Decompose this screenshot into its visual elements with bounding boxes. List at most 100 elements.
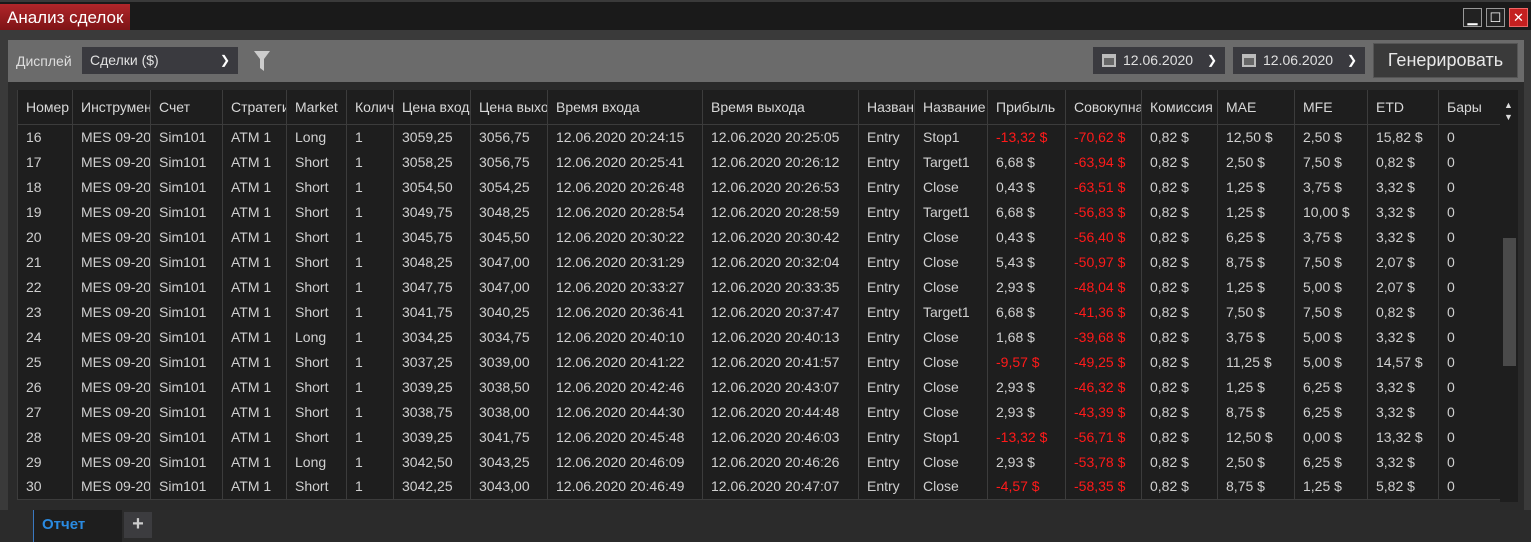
- column-header[interactable]: Цена входа: [393, 90, 471, 125]
- column-header[interactable]: Счет: [150, 90, 223, 125]
- table-cell: 29: [17, 449, 73, 474]
- table-cell: 3041,75: [393, 299, 471, 324]
- table-row[interactable]: 21 MES 09-20 Sim101 ATM 1 Short 1 3048,25 3047,…: [17, 249, 1501, 274]
- table-cell: 5,82 $: [1367, 474, 1439, 499]
- table-cell: 0,82 $: [1141, 324, 1218, 349]
- table-cell: 3039,00: [470, 349, 548, 374]
- table-cell: Entry: [858, 299, 915, 324]
- table-cell: 20: [17, 224, 73, 249]
- table-cell: 7,50 $: [1294, 149, 1368, 174]
- table-cell: Entry: [858, 424, 915, 449]
- column-header[interactable]: Название: [914, 90, 988, 125]
- display-select[interactable]: Сделки ($) ❯: [82, 47, 238, 74]
- table-row[interactable]: 24 MES 09-20 Sim101 ATM 1 Long 1 3034,25 3034,7…: [17, 324, 1501, 349]
- table-cell: 12.06.2020 20:33:27: [547, 274, 703, 299]
- table-cell: 6,25 $: [1217, 224, 1295, 249]
- table-row[interactable]: 17 MES 09-20 Sim101 ATM 1 Short 1 3058,25 3056,…: [17, 149, 1501, 174]
- tab-bar: Отчет +: [0, 510, 1531, 542]
- table-cell: MES 09-20: [72, 474, 151, 499]
- date-to-picker[interactable]: 12.06.2020 ❯: [1233, 47, 1365, 74]
- table-cell: 3047,75: [393, 274, 471, 299]
- table-cell: MES 09-20: [72, 274, 151, 299]
- table-cell: 3039,25: [393, 374, 471, 399]
- minimize-button[interactable]: ▁: [1463, 8, 1482, 27]
- add-tab-button[interactable]: +: [124, 512, 152, 538]
- scrollbar-thumb[interactable]: [1503, 238, 1516, 366]
- column-header[interactable]: Прибыль: [987, 90, 1066, 125]
- column-header[interactable]: Номер: [17, 90, 73, 125]
- close-button[interactable]: ✕: [1509, 8, 1528, 27]
- table-cell: 0: [1438, 399, 1501, 424]
- scroll-up-icon[interactable]: ▲: [1504, 100, 1513, 110]
- column-header[interactable]: Название: [858, 90, 915, 125]
- column-header[interactable]: MAE: [1217, 90, 1295, 125]
- table-cell: 3058,25: [393, 149, 471, 174]
- table-row[interactable]: 29 MES 09-20 Sim101 ATM 1 Long 1 3042,50 3043,2…: [17, 449, 1501, 474]
- column-header[interactable]: Время входа: [547, 90, 703, 125]
- generate-button[interactable]: Генерировать: [1373, 43, 1518, 78]
- table-cell: 12,50 $: [1217, 424, 1295, 449]
- table-cell: -13,32 $: [987, 124, 1066, 149]
- table-cell: 0,00 $: [1294, 424, 1368, 449]
- table-cell: MES 09-20: [72, 324, 151, 349]
- column-header[interactable]: ETD: [1367, 90, 1439, 125]
- chevron-down-icon: ❯: [1346, 53, 1357, 67]
- table-cell: MES 09-20: [72, 299, 151, 324]
- table-cell: 0,43 $: [987, 174, 1066, 199]
- table-row[interactable]: 28 MES 09-20 Sim101 ATM 1 Short 1 3039,25 3041,…: [17, 424, 1501, 449]
- table-cell: ATM 1: [222, 124, 287, 149]
- table-cell: 2,50 $: [1217, 449, 1295, 474]
- column-header[interactable]: Цена выхода: [470, 90, 548, 125]
- column-header[interactable]: Комиссия: [1141, 90, 1218, 125]
- vertical-scrollbar[interactable]: ▲ ▼: [1500, 90, 1518, 502]
- table-cell: Close: [914, 249, 988, 274]
- table-row[interactable]: 23 MES 09-20 Sim101 ATM 1 Short 1 3041,75 3040,…: [17, 299, 1501, 324]
- column-header[interactable]: Количество: [346, 90, 394, 125]
- table-row[interactable]: 22 MES 09-20 Sim101 ATM 1 Short 1 3047,75 3047,…: [17, 274, 1501, 299]
- table-cell: Short: [286, 149, 347, 174]
- display-label: Дисплей: [16, 53, 72, 69]
- table-cell: 7,50 $: [1217, 299, 1295, 324]
- table-row[interactable]: 30 MES 09-20 Sim101 ATM 1 Short 1 3042,25 3043,…: [17, 474, 1501, 499]
- table-cell: ATM 1: [222, 324, 287, 349]
- table-cell: 0: [1438, 124, 1501, 149]
- column-header[interactable]: Бары: [1438, 90, 1501, 125]
- trades-grid: НомерИнструментСчетСтратегияMarketКоличе…: [8, 82, 1524, 510]
- column-header[interactable]: MFE: [1294, 90, 1368, 125]
- table-row[interactable]: 26 MES 09-20 Sim101 ATM 1 Short 1 3039,25 3038,…: [17, 374, 1501, 399]
- table-cell: 3045,50: [470, 224, 548, 249]
- tab-report[interactable]: Отчет: [33, 510, 122, 542]
- table-cell: 12.06.2020 20:32:04: [702, 249, 859, 274]
- table-cell: 12.06.2020 20:44:48: [702, 399, 859, 424]
- table-row[interactable]: 25 MES 09-20 Sim101 ATM 1 Short 1 3037,25 3039,…: [17, 349, 1501, 374]
- table-cell: 0: [1438, 249, 1501, 274]
- column-header[interactable]: Совокупная: [1065, 90, 1142, 125]
- table-cell: Sim101: [150, 349, 223, 374]
- table-row[interactable]: 27 MES 09-20 Sim101 ATM 1 Short 1 3038,75 3038,…: [17, 399, 1501, 424]
- table-cell: 3,32 $: [1367, 399, 1439, 424]
- column-header[interactable]: Инструмент: [72, 90, 151, 125]
- table-cell: 0,43 $: [987, 224, 1066, 249]
- scroll-down-icon[interactable]: ▼: [1504, 112, 1513, 122]
- table-cell: 12.06.2020 20:37:47: [702, 299, 859, 324]
- table-row[interactable]: 20 MES 09-20 Sim101 ATM 1 Short 1 3045,75 3045,…: [17, 224, 1501, 249]
- table-row[interactable]: 19 MES 09-20 Sim101 ATM 1 Short 1 3049,75 3048,…: [17, 199, 1501, 224]
- table-cell: 0: [1438, 424, 1501, 449]
- date-from-picker[interactable]: 12.06.2020 ❯: [1093, 47, 1225, 74]
- table-cell: 7,50 $: [1294, 299, 1368, 324]
- table-cell: Target1: [914, 149, 988, 174]
- maximize-button[interactable]: ☐: [1486, 8, 1505, 27]
- table-cell: 2,93 $: [987, 274, 1066, 299]
- table-row[interactable]: 16 MES 09-20 Sim101 ATM 1 Long 1 3059,25 3056,7…: [17, 124, 1501, 149]
- table-row[interactable]: 18 MES 09-20 Sim101 ATM 1 Short 1 3054,50 3054,…: [17, 174, 1501, 199]
- table-cell: ATM 1: [222, 224, 287, 249]
- column-header[interactable]: Стратегия: [222, 90, 287, 125]
- column-header[interactable]: Market: [286, 90, 347, 125]
- table-cell: 1: [346, 249, 394, 274]
- column-header[interactable]: Время выхода: [702, 90, 859, 125]
- filter-icon[interactable]: [254, 51, 270, 71]
- table-cell: Close: [914, 324, 988, 349]
- table-cell: ATM 1: [222, 449, 287, 474]
- table-cell: 3048,25: [393, 249, 471, 274]
- table-cell: 12.06.2020 20:44:30: [547, 399, 703, 424]
